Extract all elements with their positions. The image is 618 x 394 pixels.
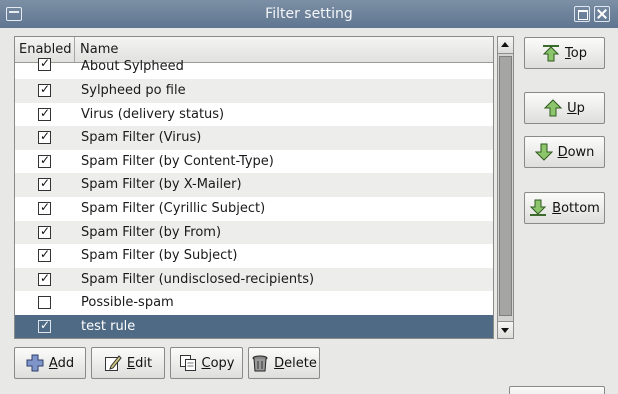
filter-row[interactable]: ✓ Spam Filter (Virus) xyxy=(15,126,493,150)
copy-icon xyxy=(179,354,197,372)
filter-row[interactable]: ✓ Sylpheed po file xyxy=(15,79,493,103)
checkmark-icon: ✓ xyxy=(40,223,51,238)
filter-row[interactable]: ✓ Virus (delivery status) xyxy=(15,103,493,127)
checkmark-icon: ✓ xyxy=(40,105,51,120)
checkmark-icon: ✓ xyxy=(40,199,51,214)
edit-icon xyxy=(104,354,122,372)
move-bottom-icon xyxy=(529,199,547,217)
arrow-up-icon xyxy=(544,99,563,117)
enabled-checkbox[interactable] xyxy=(38,296,51,310)
filter-name: Sylpheed po file xyxy=(81,83,186,98)
arrow-down-icon xyxy=(534,143,553,161)
enabled-checkbox[interactable]: ✓ xyxy=(38,199,51,215)
checkmark-icon: ✓ xyxy=(40,247,51,262)
delete-button[interactable]: Delete xyxy=(248,347,320,379)
close-dialog-button-partial[interactable] xyxy=(509,386,605,394)
filter-row[interactable]: ✓ test rule xyxy=(15,314,493,338)
move-down-button[interactable]: Down xyxy=(524,136,605,168)
vertical-scrollbar[interactable] xyxy=(497,36,514,339)
move-top-button[interactable]: Top xyxy=(524,37,605,69)
filter-name: Virus (delivery status) xyxy=(81,106,225,122)
close-icon[interactable] xyxy=(594,6,610,22)
filter-rows: ✓ About Sylpheed ✓ Sylpheed po file ✓ Virus (… xyxy=(15,56,493,338)
filter-name: Spam Filter (by From) xyxy=(81,224,222,240)
scroll-down-icon[interactable] xyxy=(498,321,513,338)
filter-name: Spam Filter (by Content-Type) xyxy=(81,153,274,169)
filter-row[interactable]: ✓ Spam Filter (undisclosed-recipients) xyxy=(15,267,493,292)
filter-row[interactable]: ✓ Spam Filter (Cyrillic Subject) xyxy=(15,197,493,221)
add-button[interactable]: Add xyxy=(14,347,86,379)
checkmark-icon: ✓ xyxy=(40,270,51,285)
filter-row[interactable]: ✓ Spam Filter (by Subject) xyxy=(15,244,493,268)
filter-row[interactable]: Possible-spam xyxy=(15,291,493,315)
filter-name: Spam Filter (by Subject) xyxy=(81,248,238,264)
filter-row[interactable]: ✓ About Sylpheed xyxy=(15,56,493,79)
move-bottom-label: Bottom xyxy=(552,200,600,216)
delete-label: Delete xyxy=(274,355,317,371)
add-label: Add xyxy=(48,355,75,371)
enabled-checkbox[interactable]: ✓ xyxy=(38,152,51,168)
filter-name: Spam Filter (Cyrillic Subject) xyxy=(81,200,266,216)
checkmark-icon: ✓ xyxy=(40,152,51,167)
move-bottom-button[interactable]: Bottom xyxy=(524,192,605,224)
enabled-checkbox[interactable]: ✓ xyxy=(38,56,51,71)
move-up-label: Up xyxy=(567,100,585,116)
filter-name: Spam Filter (undisclosed-recipients) xyxy=(81,271,315,287)
trash-icon xyxy=(251,354,269,372)
filter-list[interactable]: Enabled Name ✓ About Sylpheed ✓ Sylpheed po… xyxy=(14,36,494,339)
filter-name: Possible-spam xyxy=(81,295,174,311)
add-icon xyxy=(26,354,44,372)
filter-row[interactable]: ✓ Spam Filter (by Content-Type) xyxy=(15,150,493,174)
enabled-checkbox[interactable]: ✓ xyxy=(38,247,51,263)
checkmark-icon: ✓ xyxy=(40,317,51,332)
move-down-label: Down xyxy=(557,144,595,160)
filter-row[interactable]: ✓ Spam Filter (by From) xyxy=(15,220,493,245)
filter-name: Spam Filter (by X-Mailer) xyxy=(81,177,242,193)
checkmark-icon: ✓ xyxy=(40,129,51,144)
checkmark-icon: ✓ xyxy=(40,56,51,70)
copy-button[interactable]: Copy xyxy=(170,347,243,379)
checkmark-icon: ✓ xyxy=(40,82,51,96)
enabled-checkbox[interactable]: ✓ xyxy=(38,82,51,97)
enabled-checkbox[interactable]: ✓ xyxy=(38,105,51,121)
enabled-checkbox[interactable]: ✓ xyxy=(38,270,51,286)
scroll-up-icon[interactable] xyxy=(498,37,513,54)
move-up-button[interactable]: Up xyxy=(524,92,605,124)
maximize-icon[interactable] xyxy=(574,6,590,22)
filter-name: About Sylpheed xyxy=(81,59,184,74)
title-bar: Filter setting xyxy=(0,0,618,28)
enabled-checkbox[interactable]: ✓ xyxy=(38,176,51,192)
window-title: Filter setting xyxy=(265,6,353,22)
move-top-label: Top xyxy=(565,45,587,61)
edit-button[interactable]: Edit xyxy=(91,347,165,379)
move-top-icon xyxy=(542,44,560,62)
checkmark-icon: ✓ xyxy=(40,176,51,191)
scrollbar-thumb[interactable] xyxy=(499,56,512,316)
enabled-checkbox[interactable]: ✓ xyxy=(38,223,51,239)
filter-name: test rule xyxy=(81,318,136,334)
copy-label: Copy xyxy=(201,355,235,371)
edit-label: Edit xyxy=(126,355,153,371)
enabled-checkbox[interactable]: ✓ xyxy=(38,129,51,145)
filter-name: Spam Filter (Virus) xyxy=(81,130,202,146)
filter-row[interactable]: ✓ Spam Filter (by X-Mailer) xyxy=(15,173,493,197)
enabled-checkbox[interactable]: ✓ xyxy=(38,317,51,333)
